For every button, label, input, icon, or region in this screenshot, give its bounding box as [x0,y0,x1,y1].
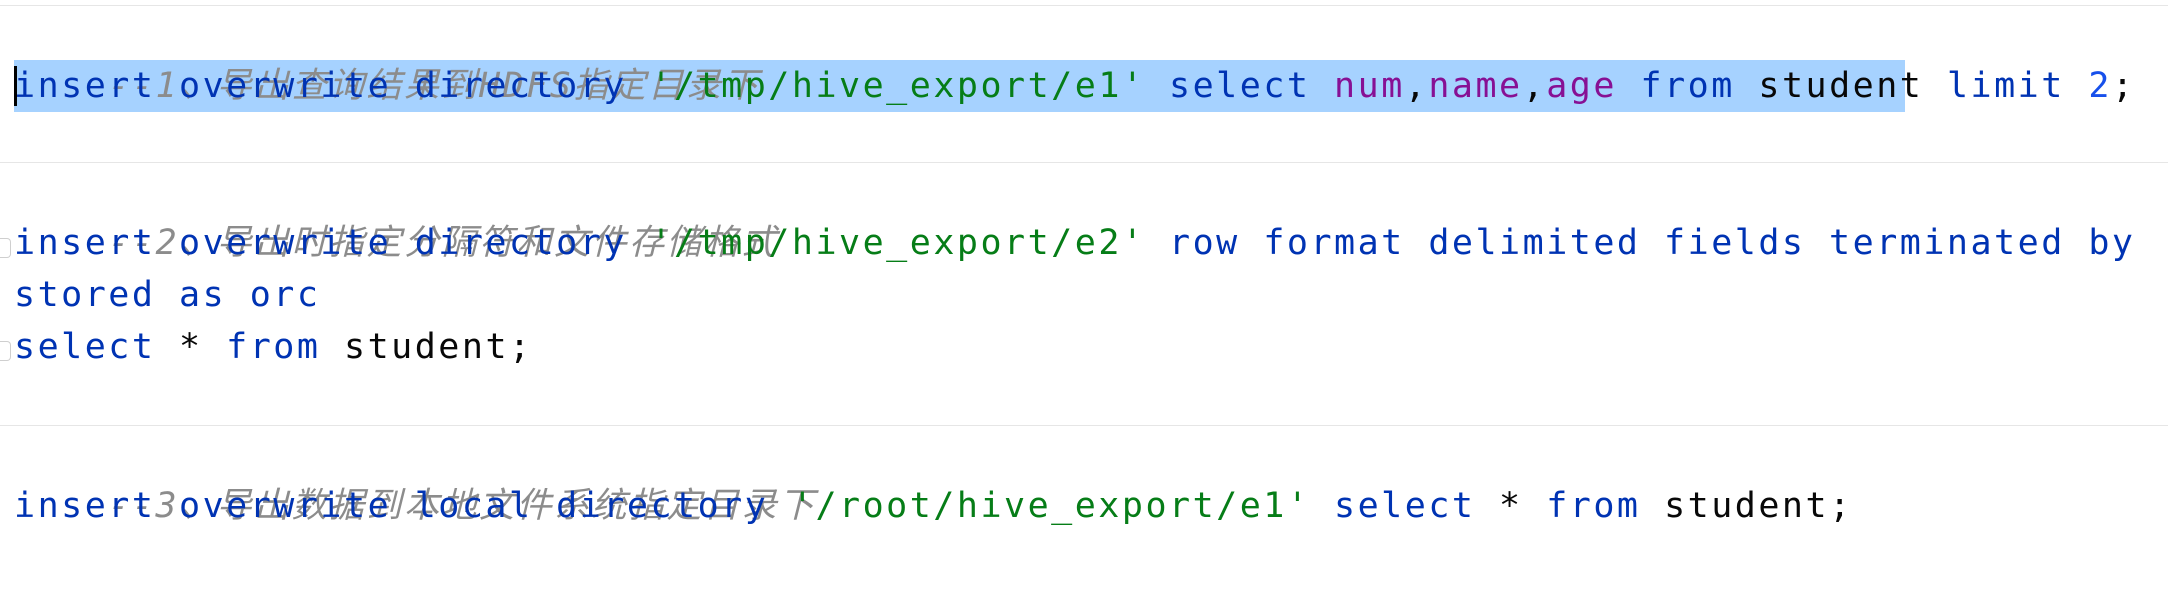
sql-text: * [155,327,227,367]
sql-keyword: from [1546,486,1641,526]
sql-keyword: insert overwrite directory [14,66,651,106]
code-editor[interactable]: --1、导出查询结果到HDFS指定目录下 insert overwrite di… [0,0,2168,600]
code-line-4[interactable]: --2、导出时指定分隔符和文件存储格式 [14,165,779,263]
sql-keyword: insert overwrite local directory [14,486,792,526]
code-line-7[interactable]: select * from student; [14,321,533,373]
sql-string: '/tmp/hive_export/e1' [650,66,1146,106]
sql-keyword: row format delimited fields terminated b… [1145,223,2160,263]
sql-keyword: from [1616,66,1759,106]
sql-text: * [1475,486,1547,526]
code-line-1[interactable]: --1、导出查询结果到HDFS指定目录下 [14,8,761,106]
code-line-10[interactable]: insert overwrite local directory '/root/… [14,480,1853,532]
sql-table: student; [320,327,533,367]
sql-keyword: limit [1923,66,2089,106]
sql-number: 2 [2088,66,2112,106]
sql-keyword: select [1310,486,1476,526]
sql-string: ',' [2159,223,2168,263]
code-line-5[interactable]: insert overwrite directory '/tmp/hive_ex… [14,217,2168,269]
sql-keyword: from [226,327,321,367]
sql-table: student [1758,66,1924,106]
sql-keyword: select [14,327,156,367]
sql-keyword: select [1145,66,1335,106]
code-line-9[interactable]: --3、导出数据到本地文件系统指定目录下 [14,428,817,526]
sql-keyword: insert overwrite directory [14,223,651,263]
fold-marker-icon[interactable] [0,341,11,361]
sql-string: '/root/hive_export/e1' [791,486,1311,526]
section-divider [0,5,2168,6]
sql-punct: , [1404,66,1429,106]
code-line-2[interactable]: insert overwrite directory '/tmp/hive_ex… [14,60,2136,112]
section-divider [0,162,2168,163]
sql-keyword: stored as orc [14,275,321,315]
sql-string: '/tmp/hive_export/e2' [650,223,1146,263]
fold-marker-icon[interactable] [0,238,11,258]
sql-punct: , [1522,66,1547,106]
code-line-6[interactable]: stored as orc [14,269,320,321]
sql-column: name [1428,66,1523,106]
sql-table: student; [1640,486,1853,526]
sql-column: age [1546,66,1617,106]
sql-punct: ; [2111,66,2136,106]
section-divider [0,425,2168,426]
sql-column: num [1334,66,1405,106]
